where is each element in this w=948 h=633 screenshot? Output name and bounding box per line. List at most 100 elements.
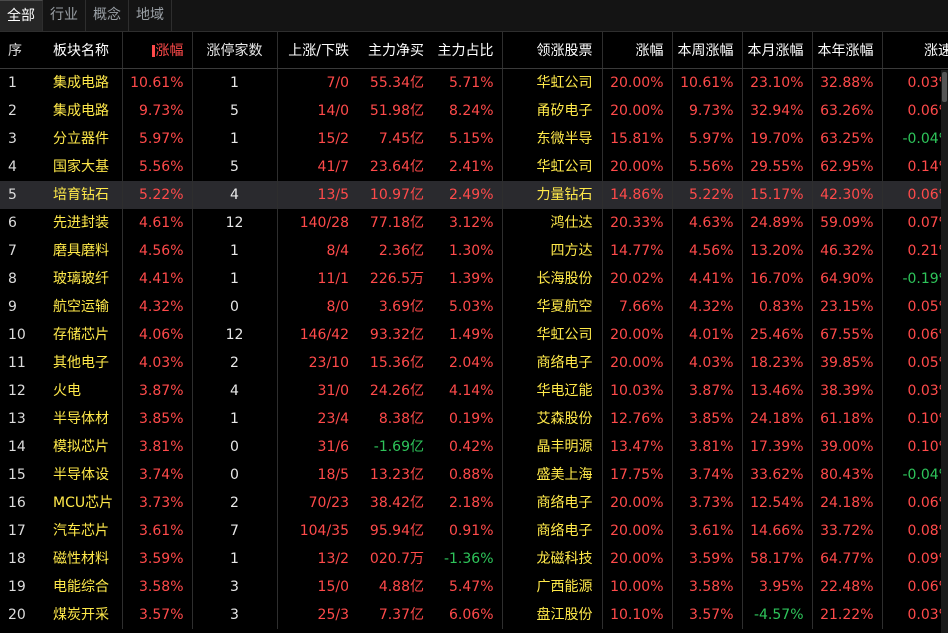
cell-leader-change: 20.00% bbox=[601, 97, 672, 125]
cell-idx: 6 bbox=[8, 215, 17, 231]
table-row[interactable]: 17 汽车芯片 3.61% 7 104/35 95.94亿 0.91% 商络电子 20.00% 3… bbox=[0, 517, 948, 545]
table-row[interactable]: 4 国家大基 5.56% 5 41/7 23.64亿 2.41% 华虹公司 20.00% 5.56… bbox=[0, 153, 948, 181]
cell-year: 64.90% bbox=[811, 265, 882, 293]
cell-leader: 广西能源 bbox=[501, 573, 602, 601]
table-row[interactable]: 19 电能综合 3.58% 3 15/0 4.88亿 5.47% 广西能源 10.00% 3.58… bbox=[0, 573, 948, 601]
cell-speed: 0.10% bbox=[881, 433, 948, 461]
cell-leader: 华虹公司 bbox=[501, 68, 602, 97]
cell-net-ratio: 3.12% bbox=[449, 215, 494, 231]
cell-leader: 盛美上海 bbox=[501, 461, 602, 489]
col-header-index[interactable]: 序 bbox=[0, 32, 42, 69]
tab-industry[interactable]: 行业 bbox=[43, 0, 86, 31]
cell-limit-up: 2 bbox=[191, 489, 277, 517]
table-row[interactable]: 20 煤炭开采 3.57% 3 25/3 7.37亿 6.06% 盘江股份 10.10% 3.57… bbox=[0, 601, 948, 629]
cell-leader-change: 20.00% bbox=[601, 153, 672, 181]
table-row[interactable]: 6 先进封装 4.61% 12 140/28 77.18亿 3.12% 鸿仕达 20.33% 4.… bbox=[0, 209, 948, 237]
tab-all[interactable]: 全部 bbox=[0, 0, 43, 31]
cell-name: 半导体材 bbox=[53, 411, 109, 427]
cell-net-inflow: 15.36亿 bbox=[369, 355, 424, 371]
table-row[interactable]: 13 半导体材 3.85% 1 23/4 8.38亿 0.19% 艾森股份 12.76% 3.85… bbox=[0, 405, 948, 433]
scrollbar-thumb[interactable] bbox=[942, 72, 947, 102]
table-row[interactable]: 3 分立器件 5.97% 1 15/2 7.45亿 5.15% 东微半导 15.81% 5.97%… bbox=[0, 125, 948, 153]
cell-change: 3.74% bbox=[121, 461, 192, 489]
cell-leader-change: 10.10% bbox=[601, 601, 672, 629]
tab-concept[interactable]: 概念 bbox=[86, 0, 129, 31]
cell-year: 63.26% bbox=[811, 97, 882, 125]
cell-change: 9.73% bbox=[121, 97, 192, 125]
cell-net-ratio: 5.47% bbox=[449, 579, 494, 595]
table-row[interactable]: 7 磨具磨料 4.56% 1 8/4 2.36亿 1.30% 四方达 14.77% 4.56% 13… bbox=[0, 237, 948, 265]
cell-net-inflow: 51.98亿 bbox=[369, 103, 424, 119]
tab-bar: 全部 行业 概念 地域 bbox=[0, 0, 948, 32]
cell-leader: 长海股份 bbox=[501, 265, 602, 293]
cell-speed: 0.14% bbox=[881, 153, 948, 181]
col-header-speed[interactable]: 涨速 bbox=[881, 32, 948, 69]
cell-up-down: 13/5 bbox=[276, 181, 357, 209]
col-header-week[interactable]: 本周涨幅 bbox=[671, 32, 742, 69]
table-row[interactable]: 16 MCU芯片 3.73% 2 70/23 38.42亿 2.18% 商络电子 20.00% 3… bbox=[0, 489, 948, 517]
cell-leader-change: 17.75% bbox=[601, 461, 672, 489]
cell-name: 培育钻石 bbox=[42, 181, 122, 209]
col-header-net-ratio[interactable]: 主力占比 bbox=[432, 32, 502, 69]
cell-net-inflow: 38.42亿 bbox=[369, 495, 424, 511]
cell-idx: 11 bbox=[8, 355, 26, 371]
cell-leader: 四方达 bbox=[501, 237, 602, 265]
cell-week: 5.22% bbox=[671, 181, 742, 209]
cell-name: 火电 bbox=[53, 383, 81, 399]
cell-limit-up: 5 bbox=[191, 97, 277, 125]
col-header-change[interactable]: 涨幅 bbox=[121, 32, 192, 69]
cell-up-down: 23/10 bbox=[276, 349, 357, 377]
cell-up-down: 25/3 bbox=[276, 601, 357, 629]
cell-year: 38.39% bbox=[811, 377, 882, 405]
cell-net-inflow: 10.97亿 bbox=[357, 181, 432, 209]
col-header-leader-change[interactable]: 涨幅 bbox=[601, 32, 672, 69]
cell-idx: 5 bbox=[0, 181, 42, 209]
cell-idx: 18 bbox=[8, 551, 26, 567]
col-header-change-label: 涨幅 bbox=[155, 43, 184, 59]
col-header-up-down[interactable]: 上涨/下跌 bbox=[276, 32, 357, 69]
cell-change: 4.56% bbox=[121, 237, 192, 265]
cell-speed: 0.03% bbox=[881, 68, 948, 97]
table-row[interactable]: 8 玻璃玻纤 4.41% 1 11/1 226.5万 1.39% 长海股份 20.02% 4.41… bbox=[0, 265, 948, 293]
table-row[interactable]: 5 培育钻石 5.22% 4 13/5 10.97亿 2.49% 力量钻石 14.86% 5.22… bbox=[0, 181, 948, 209]
table-row[interactable]: 15 半导体设 3.74% 0 18/5 13.23亿 0.88% 盛美上海 17.75% 3.7… bbox=[0, 461, 948, 489]
table-row[interactable]: 1 集成电路 10.61% 1 7/0 55.34亿 5.71% 华虹公司 20.00% 10.6… bbox=[0, 68, 948, 97]
cell-change: 3.81% bbox=[121, 433, 192, 461]
cell-week: 4.41% bbox=[671, 265, 742, 293]
cell-name: 分立器件 bbox=[53, 131, 109, 147]
table-row[interactable]: 11 其他电子 4.03% 2 23/10 15.36亿 2.04% 商络电子 20.00% 4.… bbox=[0, 349, 948, 377]
cell-net-inflow: -1.69亿 bbox=[373, 439, 424, 455]
cell-week: 10.61% bbox=[671, 68, 742, 97]
col-header-net-inflow[interactable]: 主力净买 bbox=[357, 32, 432, 69]
cell-leader-change: 13.47% bbox=[601, 433, 672, 461]
tab-region[interactable]: 地域 bbox=[129, 0, 172, 31]
cell-leader-change: 20.00% bbox=[601, 349, 672, 377]
cell-leader: 艾森股份 bbox=[501, 405, 602, 433]
cell-week: 4.32% bbox=[671, 293, 742, 321]
cell-up-down: 14/0 bbox=[276, 97, 357, 125]
cell-change: 5.56% bbox=[121, 153, 192, 181]
table-row[interactable]: 12 火电 3.87% 4 31/0 24.26亿 4.14% 华电辽能 10.03% 3.87%… bbox=[0, 377, 948, 405]
cell-net-inflow: 23.64亿 bbox=[369, 159, 424, 175]
cell-week: 3.58% bbox=[671, 573, 742, 601]
col-header-year[interactable]: 本年涨幅 bbox=[811, 32, 882, 69]
vertical-scrollbar[interactable] bbox=[941, 70, 948, 633]
col-header-limit-up[interactable]: 涨停家数 bbox=[191, 32, 277, 69]
cell-up-down: 104/35 bbox=[276, 517, 357, 545]
cell-speed: 0.08% bbox=[881, 517, 948, 545]
cell-up-down: 15/0 bbox=[276, 573, 357, 601]
col-header-month[interactable]: 本月涨幅 bbox=[741, 32, 812, 69]
table-row[interactable]: 9 航空运输 4.32% 0 8/0 3.69亿 5.03% 华夏航空 7.66% 4.32% 0.… bbox=[0, 293, 948, 321]
col-header-name[interactable]: 板块名称 bbox=[42, 32, 122, 69]
table-row[interactable]: 14 模拟芯片 3.81% 0 31/6 -1.69亿 0.42% 晶丰明源 13.47% 3.8… bbox=[0, 433, 948, 461]
table-row[interactable]: 2 集成电路 9.73% 5 14/0 51.98亿 8.24% 甬矽电子 20.00% 9.73… bbox=[0, 97, 948, 125]
table-row[interactable]: 18 磁性材料 3.59% 1 13/2 020.7万 -1.36% 龙磁科技 20.00% 3.… bbox=[0, 545, 948, 573]
col-header-leader[interactable]: 领涨股票 bbox=[501, 32, 602, 69]
cell-limit-up: 12 bbox=[191, 209, 277, 237]
cell-leader-change: 20.00% bbox=[601, 545, 672, 573]
cell-limit-up: 1 bbox=[191, 405, 277, 433]
table-row[interactable]: 10 存储芯片 4.06% 12 146/42 93.32亿 1.49% 华虹公司 20.00%… bbox=[0, 321, 948, 349]
cell-change: 5.22% bbox=[121, 181, 192, 209]
cell-month: 14.66% bbox=[741, 517, 812, 545]
cell-change: 4.61% bbox=[121, 209, 192, 237]
